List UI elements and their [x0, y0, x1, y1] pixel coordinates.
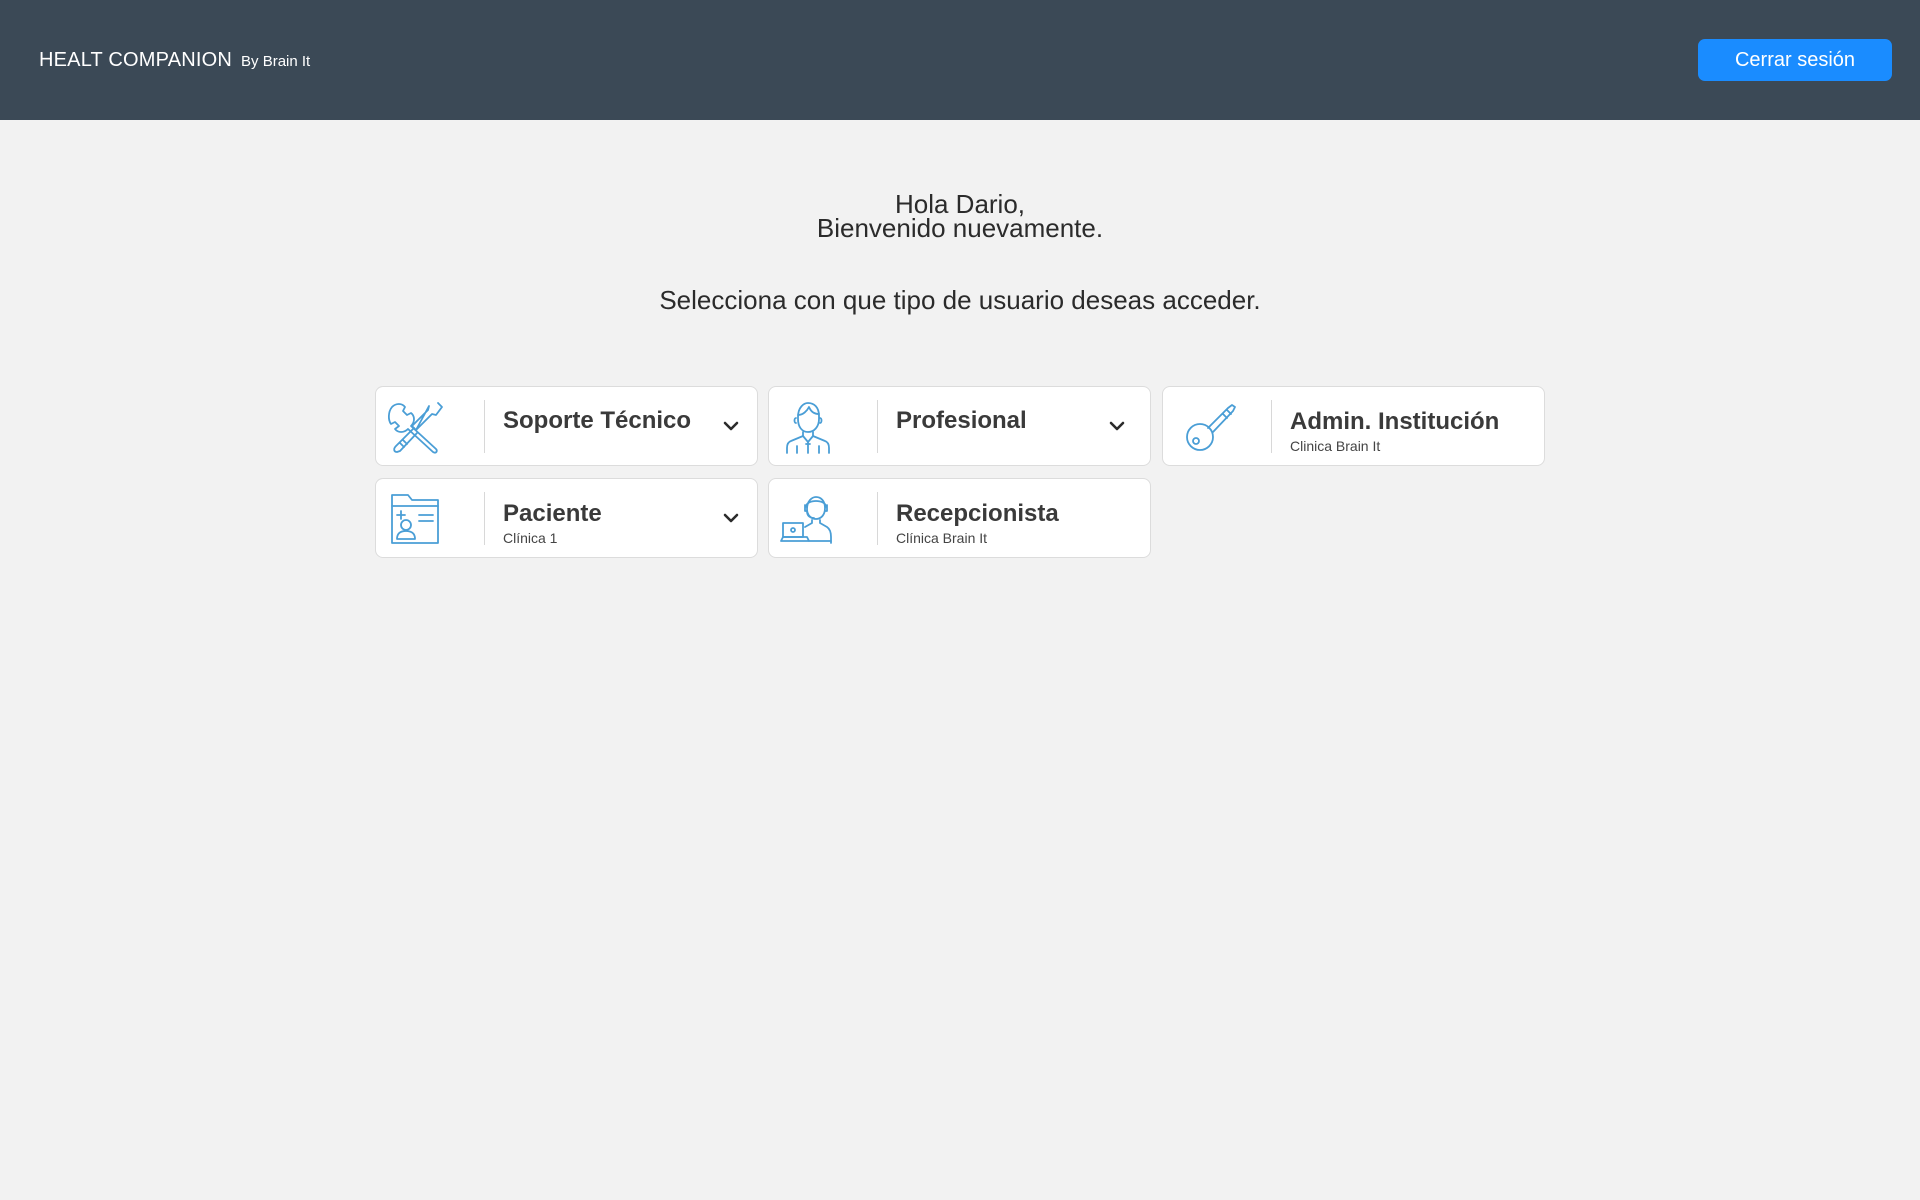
brand-byline: By Brain It — [241, 53, 311, 70]
role-institution: Clínica 1 — [503, 530, 558, 546]
chevron-down-icon[interactable] — [719, 506, 743, 530]
top-bar: HEALT COMPANION By Brain It Cerrar sesió… — [0, 0, 1920, 120]
role-institution: Clínica Brain It — [896, 530, 988, 546]
card-divider — [1271, 400, 1272, 453]
role-card-recepcionista[interactable]: Recepcionista Clínica Brain It — [768, 478, 1151, 558]
greeting-line-2: Bienvenido nuevamente. — [816, 213, 1104, 243]
logout-button[interactable]: Cerrar sesión — [1698, 39, 1892, 81]
tools-icon — [386, 399, 444, 455]
role-card-admin-institucion[interactable]: Admin. Institución Clinica Brain It — [1162, 386, 1545, 466]
role-select-prompt: Selecciona con que tipo de usuario desea… — [659, 285, 1261, 315]
role-card-soporte-tecnico[interactable]: Soporte Técnico — [375, 386, 758, 466]
receptionist-icon — [779, 491, 837, 547]
greeting: Hola Dario, Bienvenido nuevamente. — [0, 191, 1920, 243]
card-divider — [484, 492, 485, 545]
card-divider — [484, 400, 485, 453]
brand-name: HEALT COMPANION — [39, 49, 233, 71]
patient-file-icon — [386, 491, 444, 547]
role-title: Soporte Técnico — [503, 407, 692, 434]
role-card-profesional[interactable]: Profesional — [768, 386, 1151, 466]
professional-icon — [779, 399, 837, 455]
role-institution: Clinica Brain It — [1290, 438, 1381, 454]
chevron-down-icon[interactable] — [1105, 414, 1129, 438]
card-divider — [877, 492, 878, 545]
role-title: Profesional — [896, 407, 1027, 434]
role-title: Paciente — [503, 500, 602, 527]
card-divider — [877, 400, 878, 453]
role-card-paciente[interactable]: Paciente Clínica 1 — [375, 478, 758, 558]
chevron-down-icon[interactable] — [719, 414, 743, 438]
role-title: Recepcionista — [896, 500, 1059, 527]
key-icon — [1183, 399, 1241, 455]
role-title: Admin. Institución — [1290, 408, 1500, 435]
brand: HEALT COMPANION By Brain It — [39, 49, 310, 72]
